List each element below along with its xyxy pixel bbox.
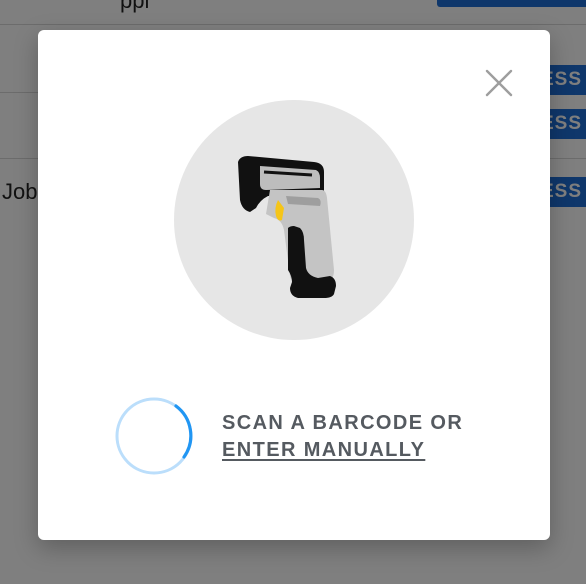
barcode-scanner-icon [238,156,336,298]
scan-instructions: SCAN A BARCODE OR ENTER MANUALLY [222,410,463,464]
enter-manually-link[interactable]: ENTER MANUALLY [222,437,463,464]
scanner-illustration [174,100,414,340]
loading-spinner [114,396,194,476]
loading-spinner-icon [115,397,193,475]
scan-modal: SCAN A BARCODE OR ENTER MANUALLY [38,30,550,540]
scan-prompt: SCAN A BARCODE OR [222,412,464,434]
close-icon [485,69,513,97]
close-button[interactable] [482,66,516,100]
